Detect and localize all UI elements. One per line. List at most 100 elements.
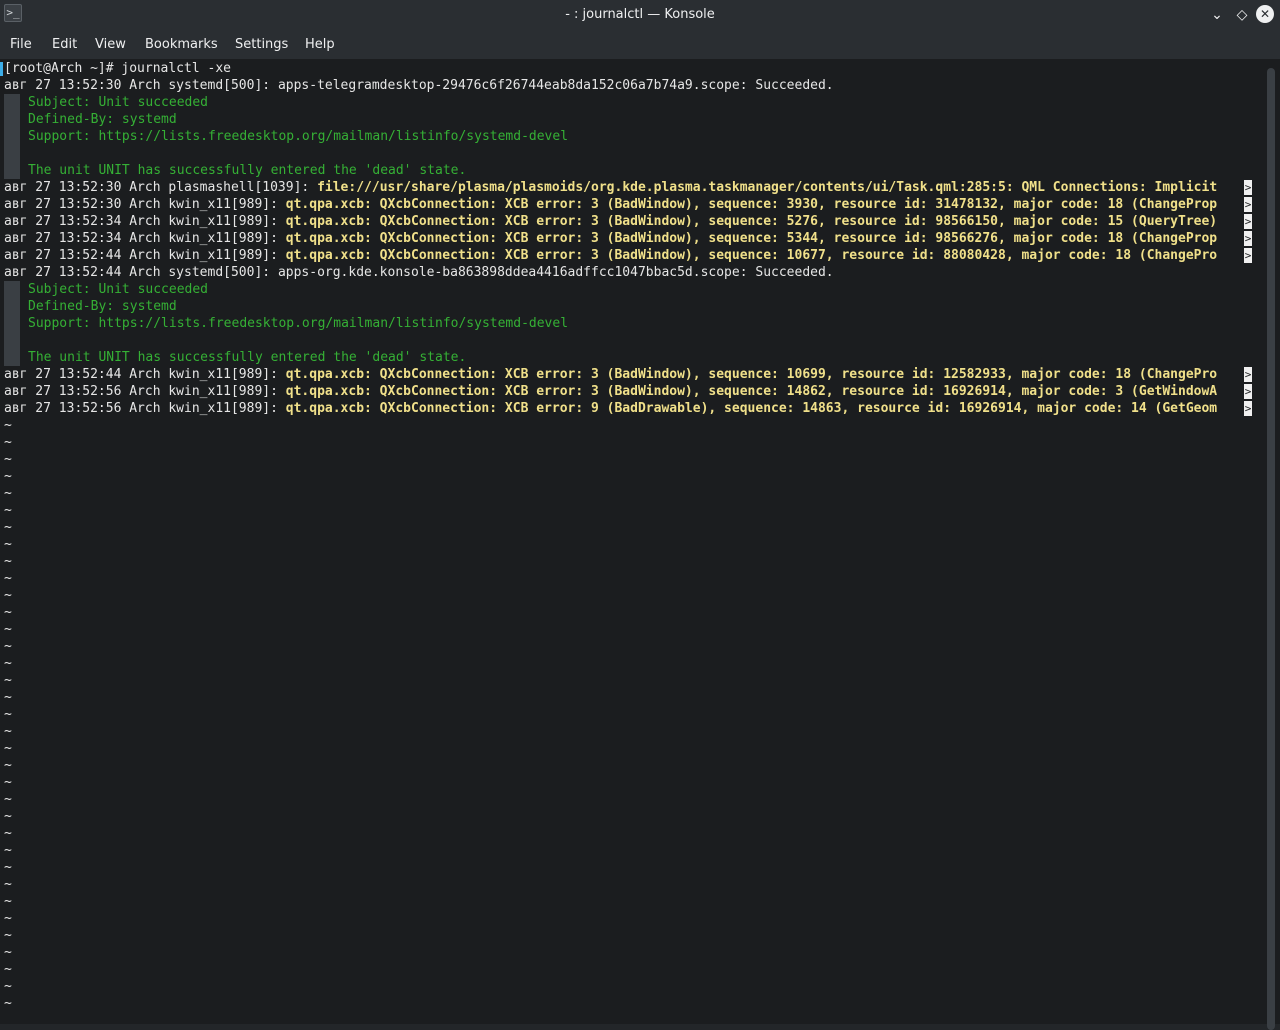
empty-line-marker: ~ — [4, 809, 12, 824]
log-detail-text: The unit UNIT has successfully entered t… — [28, 163, 467, 178]
log-detail-line: Support: https://lists.freedesktop.org/m… — [4, 128, 1252, 145]
log-detail-text: The unit UNIT has successfully entered t… — [28, 350, 467, 365]
truncation-marker: > — [1244, 197, 1252, 212]
menu-file[interactable]: File — [10, 30, 32, 59]
empty-line-marker: ~ — [4, 928, 12, 943]
empty-line-marker: ~ — [4, 996, 12, 1011]
menu-bookmarks[interactable]: Bookmarks — [145, 30, 218, 59]
empty-line-marker: ~ — [4, 894, 12, 909]
empty-line-marker: ~ — [4, 911, 12, 926]
menu-view[interactable]: View — [95, 30, 126, 59]
detail-gutter — [4, 298, 20, 315]
log-line: авг 27 13:52:44 Arch kwin_x11[989]: qt.q… — [4, 366, 1252, 383]
log-detail-line: Support: https://lists.freedesktop.org/m… — [4, 315, 1252, 332]
log-message: qt.qpa.xcb: QXcbConnection: XCB error: 3… — [285, 214, 1218, 229]
log-prefix: авг 27 13:52:56 Arch kwin_x11[989]: — [4, 401, 286, 416]
log-message: qt.qpa.xcb: QXcbConnection: XCB error: 9… — [285, 401, 1218, 416]
detail-gutter — [4, 315, 20, 332]
log-prefix: авг 27 13:52:30 Arch kwin_x11[989]: — [4, 197, 286, 212]
empty-line-marker: ~ — [4, 503, 12, 518]
empty-line-marker: ~ — [4, 690, 12, 705]
detail-gutter — [4, 281, 20, 298]
empty-line-marker: ~ — [4, 707, 12, 722]
empty-line-marker: ~ — [4, 537, 12, 552]
log-detail-line: The unit UNIT has successfully entered t… — [4, 162, 1252, 179]
truncation-marker: > — [1244, 214, 1252, 229]
log-detail-text: Support: https://lists.freedesktop.org/m… — [28, 129, 569, 144]
cursor-marker — [0, 62, 3, 76]
menu-help[interactable]: Help — [305, 30, 335, 59]
log-prefix: авг 27 13:52:30 Arch plasmashell[1039]: — [4, 180, 318, 195]
log-detail-line: Defined-By: systemd — [4, 298, 1252, 315]
terminal-output: [root@Arch ~]# journalctl -xe авг 27 13:… — [4, 60, 1252, 1012]
empty-line-marker: ~ — [4, 724, 12, 739]
empty-line-marker: ~ — [4, 843, 12, 858]
log-detail-line: Subject: Unit succeeded — [4, 281, 1252, 298]
log-message: qt.qpa.xcb: QXcbConnection: XCB error: 3… — [285, 367, 1218, 382]
log-detail-text: Defined-By: systemd — [28, 112, 177, 127]
empty-line-marker: ~ — [4, 622, 12, 637]
empty-line-marker: ~ — [4, 945, 12, 960]
empty-line-marker: ~ — [4, 418, 12, 433]
menu-edit[interactable]: Edit — [52, 30, 77, 59]
chevron-down-icon[interactable]: ⌄ — [1207, 5, 1227, 25]
empty-line-marker: ~ — [4, 792, 12, 807]
log-prefix: авг 27 13:52:44 Arch kwin_x11[989]: — [4, 248, 286, 263]
truncation-marker: > — [1244, 384, 1252, 399]
log-line: авг 27 13:52:34 Arch kwin_x11[989]: qt.q… — [4, 230, 1252, 247]
empty-line-marker: ~ — [4, 571, 12, 586]
log-prefix: авг 27 13:52:34 Arch kwin_x11[989]: — [4, 231, 286, 246]
log-prefix: авг 27 13:52:44 Arch systemd[500]: — [4, 265, 278, 280]
empty-line-marker: ~ — [4, 962, 12, 977]
detail-gutter — [4, 111, 20, 128]
empty-line-marker: ~ — [4, 775, 12, 790]
log-detail-text: Subject: Unit succeeded — [28, 95, 209, 110]
empty-line-marker: ~ — [4, 605, 12, 620]
empty-line-marker: ~ — [4, 860, 12, 875]
scrollbar-thumb[interactable] — [1267, 68, 1275, 1030]
menu-settings[interactable]: Settings — [235, 30, 288, 59]
empty-line-marker: ~ — [4, 588, 12, 603]
log-detail-line — [4, 145, 1252, 162]
empty-line-marker: ~ — [4, 435, 12, 450]
log-detail-line — [4, 332, 1252, 349]
truncation-marker: > — [1244, 248, 1252, 263]
log-line: авг 27 13:52:56 Arch kwin_x11[989]: qt.q… — [4, 383, 1252, 400]
log-message: qt.qpa.xcb: QXcbConnection: XCB error: 3… — [285, 384, 1218, 399]
truncation-marker: > — [1244, 180, 1252, 195]
log-line: авг 27 13:52:56 Arch kwin_x11[989]: qt.q… — [4, 400, 1252, 417]
detail-gutter — [4, 128, 20, 145]
empty-line-marker: ~ — [4, 486, 12, 501]
menu-bar: File Edit View Bookmarks Settings Help — [0, 30, 1280, 59]
terminal-view[interactable]: [root@Arch ~]# journalctl -xe авг 27 13:… — [0, 59, 1280, 1024]
log-detail-text: Subject: Unit succeeded — [28, 282, 209, 297]
empty-line-marker: ~ — [4, 469, 12, 484]
detail-gutter — [4, 332, 20, 349]
empty-line-marker: ~ — [4, 656, 12, 671]
log-message: apps-telegramdesktop-29476c6f26744eab8da… — [277, 78, 834, 93]
log-message: qt.qpa.xcb: QXcbConnection: XCB error: 3… — [285, 197, 1218, 212]
log-prefix: авг 27 13:52:44 Arch kwin_x11[989]: — [4, 367, 286, 382]
detail-gutter — [4, 145, 20, 162]
empty-line-marker: ~ — [4, 758, 12, 773]
truncation-marker: > — [1244, 401, 1252, 416]
log-detail-line: Defined-By: systemd — [4, 111, 1252, 128]
diamond-icon[interactable]: ◇ — [1232, 5, 1252, 25]
log-prefix: авг 27 13:52:56 Arch kwin_x11[989]: — [4, 384, 286, 399]
empty-line-marker: ~ — [4, 979, 12, 994]
empty-line-marker: ~ — [4, 452, 12, 467]
log-line: авг 27 13:52:30 Arch kwin_x11[989]: qt.q… — [4, 196, 1252, 213]
log-message: apps-org.kde.konsole-ba863898ddea4416adf… — [277, 265, 834, 280]
empty-line-marker: ~ — [4, 673, 12, 688]
log-detail-text: Defined-By: systemd — [28, 299, 177, 314]
empty-line-marker: ~ — [4, 826, 12, 841]
log-detail-text: Support: https://lists.freedesktop.org/m… — [28, 316, 569, 331]
log-line: авг 27 13:52:44 Arch kwin_x11[989]: qt.q… — [4, 247, 1252, 264]
scrollbar[interactable] — [1262, 59, 1280, 1030]
close-icon[interactable]: ✕ — [1256, 5, 1274, 23]
detail-gutter — [4, 349, 20, 366]
title-bar: >_ - : journalctl — Konsole ⌄ ◇ ✕ — [0, 0, 1280, 30]
log-message: file:///usr/share/plasma/plasmoids/org.k… — [317, 180, 1218, 195]
log-prefix: авг 27 13:52:34 Arch kwin_x11[989]: — [4, 214, 286, 229]
detail-gutter — [4, 94, 20, 111]
